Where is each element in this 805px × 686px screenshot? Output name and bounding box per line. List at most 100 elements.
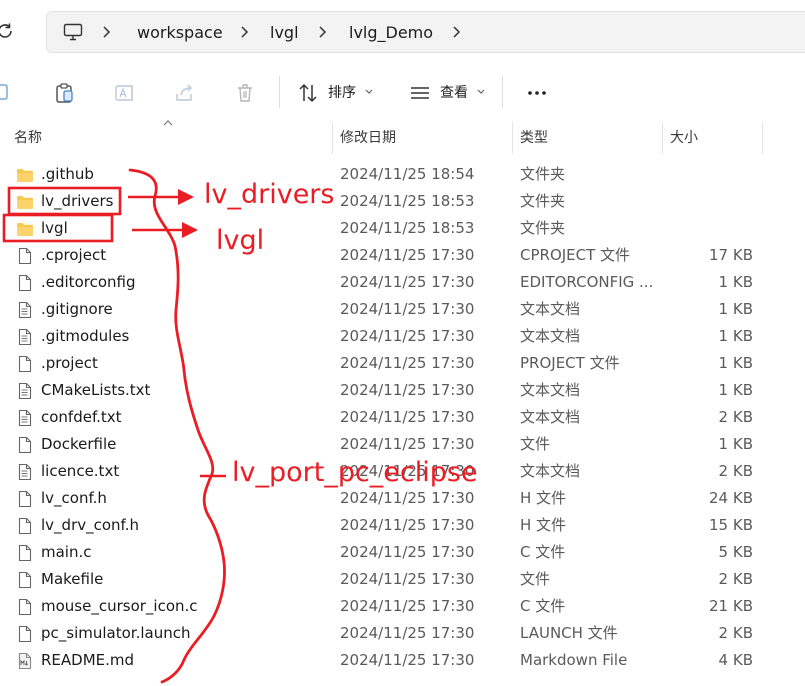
paste-icon[interactable] xyxy=(54,82,76,104)
file-type: 文本文档 xyxy=(520,381,581,399)
file-name[interactable]: README.md xyxy=(41,647,134,674)
chevron-down-icon[interactable] xyxy=(476,86,486,98)
file-row[interactable]: .cproject 2024/11/25 17:30 CPROJECT 文件 17 K… xyxy=(0,242,805,269)
file-row[interactable]: lv_conf.h 2024/11/25 17:30 H 文件 24 KB xyxy=(0,485,805,512)
file-name[interactable]: lvgl xyxy=(41,215,68,242)
column-header-date[interactable]: 修改日期 xyxy=(340,122,396,154)
file-row[interactable]: pc_simulator.launch 2024/11/25 17:30 LAUNC… xyxy=(0,620,805,647)
more-options-icon[interactable] xyxy=(526,82,548,104)
breadcrumb-chevron-icon[interactable] xyxy=(315,22,331,42)
file-name[interactable]: Makefile xyxy=(41,566,103,593)
file-name[interactable]: .github xyxy=(41,161,94,188)
file-row[interactable]: CMakeLists.txt 2024/11/25 17:30 文本文档 1 KB xyxy=(0,377,805,404)
breadcrumb-chevron-icon[interactable] xyxy=(237,22,253,42)
file-size: 1 KB xyxy=(718,381,753,399)
address-bar[interactable]: workspace lvgl lvlg_Demo xyxy=(46,11,805,53)
file-name[interactable]: lv_conf.h xyxy=(41,485,107,512)
column-divider[interactable] xyxy=(762,122,763,154)
column-header-name[interactable]: 名称 xyxy=(14,122,42,154)
share-icon[interactable] xyxy=(174,82,196,104)
file-row[interactable]: lv_drivers 2024/11/25 18:53 文件夹 xyxy=(0,188,805,215)
file-size: 5 KB xyxy=(718,543,753,561)
file-list: .github 2024/11/25 18:54 文件夹 lv_drivers 2024… xyxy=(0,161,805,674)
file-row[interactable]: .gitmodules 2024/11/25 17:30 文本文档 1 KB xyxy=(0,323,805,350)
rename-icon[interactable] xyxy=(114,82,136,104)
file-row[interactable]: .project 2024/11/25 17:30 PROJECT 文件 1 KB xyxy=(0,350,805,377)
text-file-icon xyxy=(16,301,34,319)
column-header-type[interactable]: 类型 xyxy=(520,122,548,154)
column-header-row: 名称 修改日期 类型 大小 xyxy=(0,120,805,154)
file-name[interactable]: main.c xyxy=(41,539,92,566)
delete-icon[interactable] xyxy=(234,82,256,104)
file-size: 21 KB xyxy=(709,597,753,615)
file-date: 2024/11/25 17:30 xyxy=(340,624,475,642)
file-date: 2024/11/25 18:54 xyxy=(340,165,475,183)
file-size: 24 KB xyxy=(709,489,753,507)
text-file-icon xyxy=(16,409,34,427)
column-header-size[interactable]: 大小 xyxy=(670,122,698,154)
file-name[interactable]: CMakeLists.txt xyxy=(41,377,150,404)
file-name[interactable]: .gitignore xyxy=(41,296,113,323)
file-name[interactable]: lv_drivers xyxy=(41,188,114,215)
this-pc-icon[interactable] xyxy=(63,22,83,42)
file-name[interactable]: .cproject xyxy=(41,242,106,269)
file-name[interactable]: Dockerfile xyxy=(41,431,116,458)
file-size: 2 KB xyxy=(718,408,753,426)
file-icon xyxy=(16,544,34,562)
file-name[interactable]: licence.txt xyxy=(41,458,119,485)
file-type: LAUNCH 文件 xyxy=(520,624,618,642)
breadcrumb-chevron-icon[interactable] xyxy=(449,22,465,42)
file-type: 文本文档 xyxy=(520,462,581,480)
file-name[interactable]: lv_drv_conf.h xyxy=(41,512,139,539)
text-file-icon xyxy=(16,382,34,400)
file-name[interactable]: pc_simulator.launch xyxy=(41,620,190,647)
folder-icon xyxy=(16,193,34,211)
view-button[interactable]: 查看 xyxy=(440,82,468,104)
breadcrumb-item-workspace[interactable]: workspace xyxy=(137,22,223,44)
file-name[interactable]: .gitmodules xyxy=(41,323,129,350)
chevron-down-icon[interactable] xyxy=(364,86,374,98)
file-size: 1 KB xyxy=(718,327,753,345)
file-name[interactable]: confdef.txt xyxy=(41,404,122,431)
sort-button[interactable]: 排序 xyxy=(328,82,356,104)
file-type: C 文件 xyxy=(520,597,566,615)
column-divider[interactable] xyxy=(512,122,513,154)
breadcrumb-item-lvgl[interactable]: lvgl xyxy=(270,22,299,44)
file-date: 2024/11/25 18:53 xyxy=(340,192,475,210)
file-row[interactable]: .editorconfig 2024/11/25 17:30 EDITORCONFI… xyxy=(0,269,805,296)
file-row[interactable]: Makefile 2024/11/25 17:30 文件 2 KB xyxy=(0,566,805,593)
file-size: 1 KB xyxy=(718,354,753,372)
view-icon[interactable] xyxy=(409,82,431,104)
file-type: 文件 xyxy=(520,435,551,453)
breadcrumb-item-lvlg-demo[interactable]: lvlg_Demo xyxy=(349,22,433,44)
file-name[interactable]: .editorconfig xyxy=(41,269,135,296)
refresh-icon[interactable] xyxy=(0,20,16,42)
file-row[interactable]: lv_drv_conf.h 2024/11/25 17:30 H 文件 15 KB xyxy=(0,512,805,539)
file-row[interactable]: .gitignore 2024/11/25 17:30 文本文档 1 KB xyxy=(0,296,805,323)
file-date: 2024/11/25 18:53 xyxy=(340,219,475,237)
file-row[interactable]: .github 2024/11/25 18:54 文件夹 xyxy=(0,161,805,188)
file-name[interactable]: mouse_cursor_icon.c xyxy=(41,593,198,620)
column-divider[interactable] xyxy=(662,122,663,154)
file-row[interactable]: main.c 2024/11/25 17:30 C 文件 5 KB xyxy=(0,539,805,566)
annotation-label-lvgl: lvgl xyxy=(216,225,265,256)
breadcrumb-chevron-icon[interactable] xyxy=(99,22,115,42)
toolbar-separator xyxy=(502,76,503,108)
file-icon xyxy=(16,517,34,535)
file-name[interactable]: .project xyxy=(41,350,98,377)
copy-icon[interactable] xyxy=(0,82,14,104)
text-file-icon xyxy=(16,463,34,481)
file-type: 文件夹 xyxy=(520,219,566,237)
file-row[interactable]: lvgl 2024/11/25 18:53 文件夹 xyxy=(0,215,805,242)
file-row[interactable]: README.md 2024/11/25 17:30 Markdown File 4 … xyxy=(0,647,805,674)
folder-icon xyxy=(16,166,34,184)
column-divider[interactable] xyxy=(332,122,333,154)
file-row[interactable]: mouse_cursor_icon.c 2024/11/25 17:30 C 文件 2… xyxy=(0,593,805,620)
sort-icon[interactable] xyxy=(297,82,319,104)
file-row[interactable]: confdef.txt 2024/11/25 17:30 文本文档 2 KB xyxy=(0,404,805,431)
file-date: 2024/11/25 17:30 xyxy=(340,246,475,264)
file-row[interactable]: Dockerfile 2024/11/25 17:30 文件 1 KB xyxy=(0,431,805,458)
file-icon xyxy=(16,247,34,265)
file-date: 2024/11/25 17:30 xyxy=(340,327,475,345)
file-icon xyxy=(16,490,34,508)
